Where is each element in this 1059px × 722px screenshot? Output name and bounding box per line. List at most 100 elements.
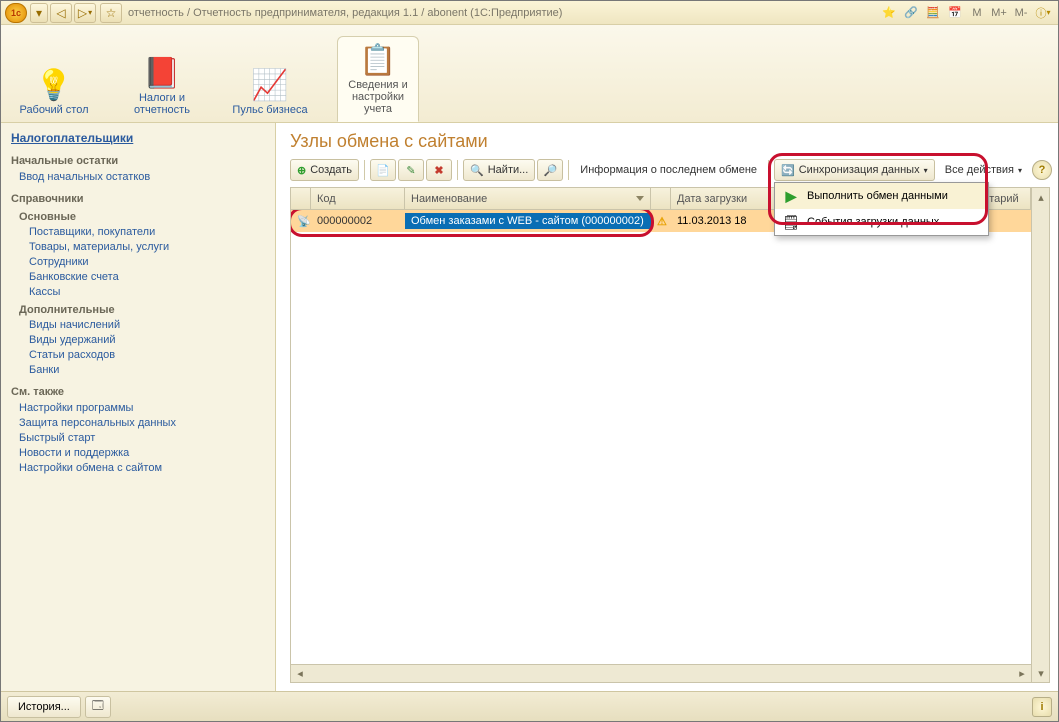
sidebar-link[interactable]: Настройки обмена с сайтом xyxy=(19,462,265,474)
cell-name: Обмен заказами с WEB - сайтом (000000002… xyxy=(405,213,651,229)
help-button[interactable]: ? xyxy=(1032,160,1052,180)
taxes-icon: 📕 xyxy=(143,54,181,92)
sidebar-link[interactable]: Быстрый старт xyxy=(19,432,265,444)
sidebar-link[interactable]: Новости и поддержка xyxy=(19,447,265,459)
desktop-icon: 💡 xyxy=(35,66,73,104)
chevron-down-icon: ▾ xyxy=(924,166,928,175)
pulse-icon: 📈 xyxy=(251,66,289,104)
dropdown-label: События загрузки данных xyxy=(807,216,939,228)
copy-button[interactable]: 📄 xyxy=(370,159,396,181)
sidebar-group-header: Справочники xyxy=(11,193,265,205)
sync-dropdown-button[interactable]: 🔄 Синхронизация данных ▾ xyxy=(774,159,935,181)
dropdown-icon[interactable]: ▾ xyxy=(30,3,48,23)
sidebar-link[interactable]: Виды удержаний xyxy=(29,334,265,346)
find-button[interactable]: 🔍 Найти... xyxy=(463,159,535,181)
page-title: Узлы обмена с сайтами xyxy=(276,123,1058,156)
col-code[interactable]: Код xyxy=(311,188,405,209)
calendar-icon[interactable]: 📅 xyxy=(944,3,966,23)
section-taxes[interactable]: 📕 Налоги и отчетность xyxy=(121,50,203,122)
section-desktop[interactable]: 💡 Рабочий стол xyxy=(13,62,95,122)
pencil-icon: ✎ xyxy=(406,164,415,177)
create-button[interactable]: ⊕ Создать xyxy=(290,159,359,181)
sidebar-link[interactable]: Поставщики, покупатели xyxy=(29,226,265,238)
section-bar: 💡 Рабочий стол 📕 Налоги и отчетность 📈 П… xyxy=(1,25,1058,123)
section-label: Рабочий стол xyxy=(19,104,88,116)
content-area: Узлы обмена с сайтами ⊕ Создать 📄 ✎ ✖ 🔍 … xyxy=(276,123,1058,691)
windows-icon: 🗔 xyxy=(92,697,104,716)
scroll-down-icon[interactable]: ▾ xyxy=(1032,664,1050,682)
create-label: Создать xyxy=(310,164,352,176)
sidebar-link[interactable]: Защита персональных данных xyxy=(19,417,265,429)
sidebar-top-link[interactable]: Налогоплательщики xyxy=(11,131,265,145)
col-icon[interactable] xyxy=(291,188,311,209)
separator xyxy=(364,160,365,180)
nav-back-button[interactable]: ◁ xyxy=(50,3,72,23)
windows-button[interactable]: 🗔 xyxy=(85,696,111,718)
sidebar-group-header: См. также xyxy=(11,386,265,398)
link-icon[interactable]: 🔗 xyxy=(900,3,922,23)
copy-icon: 📄 xyxy=(376,164,390,177)
last-exchange-button[interactable]: Информация о последнем обмене xyxy=(574,159,763,181)
play-icon: ▶ xyxy=(783,188,799,204)
statusbar: История... 🗔 i xyxy=(1,691,1058,721)
sidebar-link[interactable]: Статьи расходов xyxy=(29,349,265,361)
dropdown-label: Выполнить обмен данными xyxy=(807,190,948,202)
status-info-button[interactable]: i xyxy=(1032,697,1052,717)
section-settings[interactable]: 📋 Сведения и настройки учета xyxy=(337,36,419,122)
sidebar-subgroup: Основные xyxy=(19,211,265,223)
dropdown-item-events[interactable]: 🗒 События загрузки данных xyxy=(775,209,988,235)
grid-body: 📡 000000002 Обмен заказами с WEB - сайто… xyxy=(291,210,1031,664)
scrollbar-horizontal[interactable]: ◂ ▸ xyxy=(291,664,1031,682)
sidebar-subgroup: Дополнительные xyxy=(19,304,265,316)
separator xyxy=(457,160,458,180)
sidebar-link[interactable]: Ввод начальных остатков xyxy=(19,171,265,183)
last-exchange-label: Информация о последнем обмене xyxy=(580,164,757,176)
scroll-up-icon[interactable]: ▴ xyxy=(1032,188,1050,206)
mem-mplus-button[interactable]: M+ xyxy=(988,3,1010,23)
sync-icon: 🔄 xyxy=(781,164,795,177)
section-label: Сведения и настройки учета xyxy=(340,79,416,115)
titlebar: 1c ▾ ◁ ▷▾ ☆ отчетность / Отчетность пред… xyxy=(1,1,1058,25)
separator xyxy=(768,160,769,180)
row-icon: 📡 xyxy=(291,213,311,230)
app-logo-icon: 1c xyxy=(5,3,27,23)
toolbar: ⊕ Создать 📄 ✎ ✖ 🔍 Найти... 🔎 Информация … xyxy=(276,156,1058,184)
cell-warn-icon: ⚠ xyxy=(651,213,671,230)
sidebar-link[interactable]: Банковские счета xyxy=(29,271,265,283)
nav-forward-button[interactable]: ▷▾ xyxy=(74,3,96,23)
sidebar-link[interactable]: Настройки программы xyxy=(19,402,265,414)
calc-icon[interactable]: 🧮 xyxy=(922,3,944,23)
sidebar-link[interactable]: Сотрудники xyxy=(29,256,265,268)
sidebar-link[interactable]: Виды начислений xyxy=(29,319,265,331)
sidebar-link[interactable]: Кассы xyxy=(29,286,265,298)
col-name[interactable]: Наименование xyxy=(405,188,651,209)
scrollbar-vertical[interactable]: ▴ ▾ xyxy=(1031,188,1049,682)
sidebar-link[interactable]: Товары, материалы, услуги xyxy=(29,241,265,253)
delete-button[interactable]: ✖ xyxy=(426,159,452,181)
separator xyxy=(568,160,569,180)
settings-icon: 📋 xyxy=(359,41,397,79)
col-warn[interactable] xyxy=(651,188,671,209)
window-title: отчетность / Отчетность предпринимателя,… xyxy=(128,7,562,19)
favorite-button[interactable]: ☆ xyxy=(100,3,122,23)
edit-button[interactable]: ✎ xyxy=(398,159,424,181)
section-pulse[interactable]: 📈 Пульс бизнеса xyxy=(229,62,311,122)
dropdown-item-run[interactable]: ▶ Выполнить обмен данными xyxy=(775,183,988,209)
scroll-right-icon[interactable]: ▸ xyxy=(1013,665,1031,683)
mem-mminus-button[interactable]: M- xyxy=(1010,3,1032,23)
info-icon[interactable]: ⓘ▾ xyxy=(1032,3,1054,23)
search-icon: 🔍 xyxy=(470,164,484,177)
delete-icon: ✖ xyxy=(434,164,443,177)
scroll-left-icon[interactable]: ◂ xyxy=(291,665,309,683)
all-actions-button[interactable]: Все действия ▾ xyxy=(939,159,1028,181)
data-grid: Код Наименование Дата загрузки ентарий 📡… xyxy=(290,187,1050,683)
history-button[interactable]: История... xyxy=(7,696,81,718)
clear-find-button[interactable]: 🔎 xyxy=(537,159,563,181)
section-label: Налоги и отчетность xyxy=(123,92,201,116)
fav-add-icon[interactable]: ⭐ xyxy=(878,3,900,23)
sidebar-group-header: Начальные остатки xyxy=(11,155,265,167)
sidebar-link[interactable]: Банки xyxy=(29,364,265,376)
mem-m-button[interactable]: M xyxy=(966,3,988,23)
sync-dropdown-menu: ▶ Выполнить обмен данными 🗒 События загр… xyxy=(774,182,989,236)
log-icon: 🗒 xyxy=(783,214,799,230)
